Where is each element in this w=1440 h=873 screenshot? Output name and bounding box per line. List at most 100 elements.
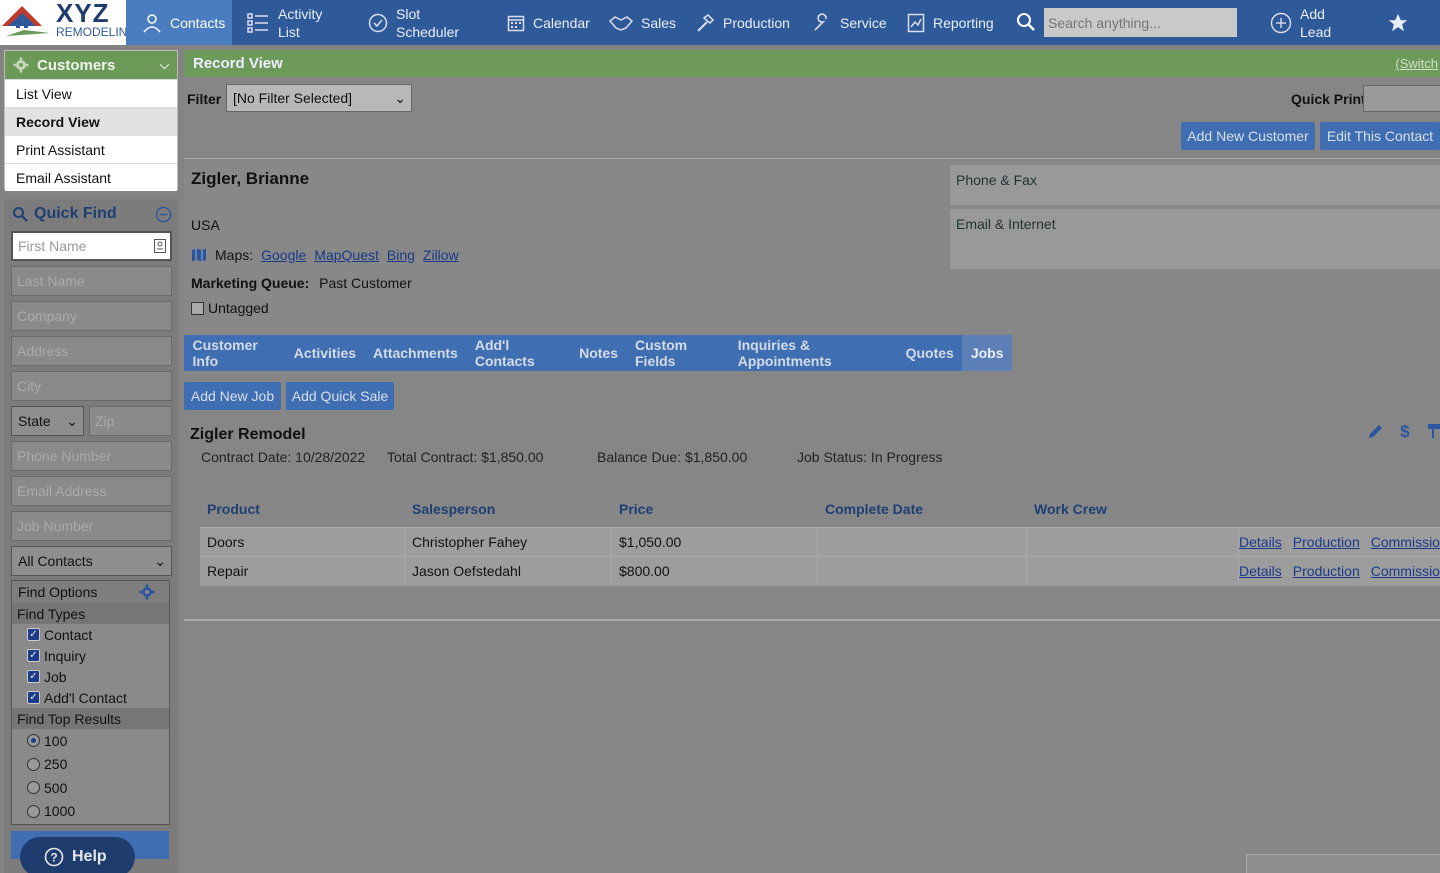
email-address-input[interactable]: Email Address — [11, 476, 172, 506]
company-logo[interactable]: XYZ REMODELING — [0, 0, 126, 45]
nav-slot-scheduler[interactable]: Slot Scheduler — [368, 0, 459, 45]
radio-selected-icon[interactable] — [27, 734, 40, 748]
checkbox-checked-icon[interactable]: ✓ — [27, 691, 40, 704]
phone-fax-section[interactable]: Phone & Fax — [950, 165, 1440, 205]
collapse-minus-icon[interactable] — [155, 206, 172, 223]
details-link[interactable]: Details — [1239, 534, 1282, 550]
sidebar-item-email-assistant[interactable]: Email Assistant — [5, 163, 177, 191]
find-type-addl-contact[interactable]: ✓ Add'l Contact — [12, 687, 169, 708]
bottom-panel-tab[interactable] — [1246, 854, 1440, 873]
hammer-icon — [697, 13, 715, 32]
add-new-job-button[interactable]: Add New Job — [184, 382, 281, 410]
tab-quotes[interactable]: Quotes — [897, 335, 962, 371]
nav-reporting[interactable]: Reporting — [907, 0, 994, 45]
nav-calendar[interactable]: Calendar — [507, 0, 590, 45]
add-new-customer-button[interactable]: Add New Customer — [1181, 122, 1315, 150]
company-input[interactable]: Company — [11, 301, 172, 331]
nav-service[interactable]: Service — [812, 0, 887, 45]
map-link-zillow[interactable]: Zillow — [423, 247, 459, 263]
checkbox-checked-icon[interactable]: ✓ — [27, 628, 40, 641]
map-link-google[interactable]: Google — [261, 247, 306, 263]
gear-icon[interactable] — [139, 584, 155, 600]
tab-attachments[interactable]: Attachments — [365, 335, 467, 371]
radio-icon[interactable] — [27, 757, 40, 771]
top-results-100[interactable]: 100 — [12, 729, 169, 753]
person-icon — [143, 13, 161, 32]
tab-customer-info[interactable]: Customer Info — [184, 335, 285, 371]
phone-number-input[interactable]: Phone Number — [11, 441, 172, 471]
balance-due: Balance Due: $1,850.00 — [597, 449, 748, 465]
tab-custom-fields[interactable]: Custom Fields — [627, 335, 730, 371]
edit-contact-button[interactable]: Edit This Contact — [1320, 122, 1440, 150]
nav-contacts[interactable]: Contacts — [126, 0, 232, 45]
check-circle-icon — [368, 13, 388, 32]
tab-addl-contacts[interactable]: Add'l Contacts — [466, 335, 570, 371]
city-input[interactable]: City — [11, 371, 172, 401]
nav-add-lead[interactable]: Add Lead — [1270, 0, 1331, 45]
nav-production[interactable]: Production — [695, 0, 790, 45]
untagged-row[interactable]: Untagged — [191, 300, 269, 316]
svg-text:?: ? — [50, 851, 57, 865]
state-select[interactable]: State ⌄ — [11, 406, 84, 436]
last-name-input[interactable]: Last Name — [11, 266, 172, 296]
find-type-job[interactable]: ✓ Job — [12, 666, 169, 687]
details-link[interactable]: Details — [1239, 563, 1282, 579]
zip-input[interactable]: Zip — [89, 406, 172, 436]
untagged-checkbox[interactable] — [191, 301, 204, 315]
record-view-header: Record View (Switch — [184, 50, 1440, 77]
nav-activity-label-2: List — [278, 23, 300, 40]
quick-find-title: Quick Find — [34, 205, 117, 222]
tab-inquiries-appointments[interactable]: Inquiries & Appointments — [729, 335, 897, 371]
production-link[interactable]: Production — [1293, 534, 1360, 550]
job-number-input[interactable]: Job Number — [11, 511, 172, 541]
cell-product: Repair — [200, 557, 405, 585]
radio-icon[interactable] — [27, 781, 40, 795]
map-link-bing[interactable]: Bing — [387, 247, 415, 263]
tab-activities[interactable]: Activities — [285, 335, 364, 371]
production-link[interactable]: Production — [1293, 563, 1360, 579]
email-internet-section[interactable]: Email & Internet — [950, 209, 1440, 269]
cell-complete-date — [818, 557, 1027, 585]
search-icon[interactable] — [1016, 12, 1036, 32]
top-results-250-label: 250 — [44, 756, 68, 773]
commission-link[interactable]: Commissio — [1371, 563, 1440, 579]
top-results-1000[interactable]: 1000 — [12, 800, 169, 824]
tab-jobs[interactable]: Jobs — [962, 335, 1012, 371]
quick-print-select[interactable] — [1363, 85, 1440, 112]
address-input[interactable]: Address — [11, 336, 172, 366]
row-actions: Details Production Commissio — [1239, 557, 1440, 585]
help-button[interactable]: ? Help — [20, 837, 135, 873]
top-results-250[interactable]: 250 — [12, 753, 169, 777]
top-results-500[interactable]: 500 — [12, 776, 169, 800]
switch-link[interactable]: (Switch — [1395, 56, 1440, 71]
checkbox-checked-icon[interactable]: ✓ — [27, 649, 40, 662]
filter-select[interactable]: [No Filter Selected] ⌄ — [226, 84, 412, 112]
record-view-main: Record View (Switch Filter [No Filter Se… — [184, 50, 1440, 873]
map-link-mapquest[interactable]: MapQuest — [314, 247, 379, 263]
commission-link[interactable]: Commissio — [1371, 534, 1440, 550]
col-price: Price — [619, 501, 654, 517]
nav-sales[interactable]: Sales — [609, 0, 676, 45]
sidebar-item-record-view[interactable]: Record View — [5, 107, 177, 135]
nav-calendar-label: Calendar — [533, 14, 590, 31]
sidebar-item-list-view[interactable]: List View — [5, 79, 177, 107]
pencil-icon[interactable] — [1367, 422, 1385, 440]
first-name-input[interactable]: First Name — [11, 231, 172, 261]
sidebar-item-print-assistant[interactable]: Print Assistant — [5, 135, 177, 163]
paint-roller-icon[interactable] — [1426, 422, 1440, 440]
find-type-contact[interactable]: ✓ Contact — [12, 624, 169, 645]
checkbox-checked-icon[interactable]: ✓ — [27, 670, 40, 683]
nav-activity-list[interactable]: Activity List — [246, 0, 322, 45]
global-search-input[interactable] — [1044, 8, 1237, 37]
find-types-label: Find Types — [12, 603, 169, 624]
customers-header[interactable]: Customers ⌵ — [5, 51, 177, 79]
radio-icon[interactable] — [27, 804, 40, 818]
add-quick-sale-button[interactable]: Add Quick Sale — [286, 382, 394, 410]
contacts-select[interactable]: All Contacts ⌄ — [11, 546, 172, 576]
tab-notes[interactable]: Notes — [571, 335, 627, 371]
star-icon[interactable] — [1387, 12, 1409, 34]
find-type-inquiry[interactable]: ✓ Inquiry — [12, 645, 169, 666]
col-product: Product — [207, 501, 260, 517]
dollar-icon[interactable]: $ — [1398, 422, 1412, 440]
cell-work-crew — [1027, 557, 1239, 585]
